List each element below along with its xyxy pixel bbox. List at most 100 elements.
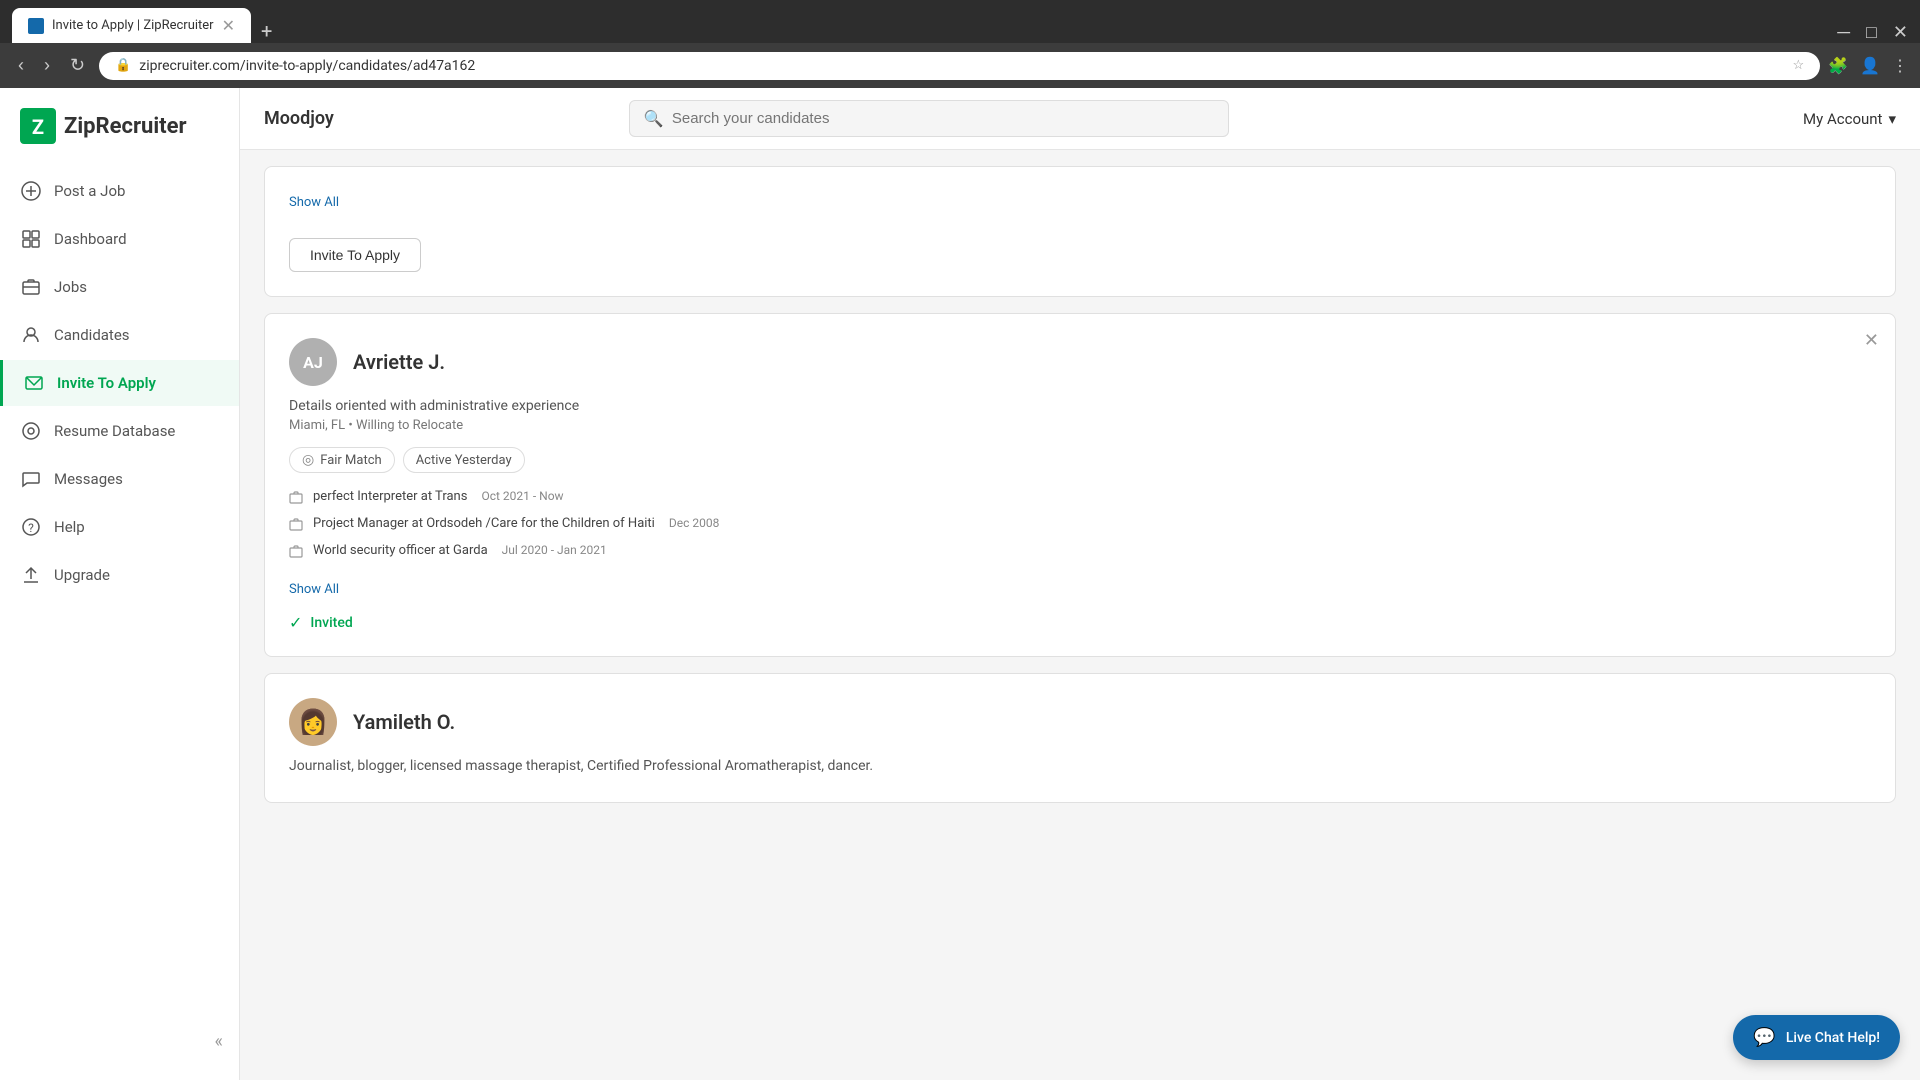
app-container: Z ZipRecruiter Post a Job Dashboard [0,88,1920,1080]
chevron-down-icon: ▾ [1888,110,1896,128]
sidebar-item-upgrade[interactable]: Upgrade [0,552,239,598]
candidate-card-avriette: ✕ AJ Avriette J. Details oriented with a… [264,313,1896,657]
show-all-previous[interactable]: Show All [289,195,339,210]
tab-close-button[interactable]: ✕ [222,16,235,35]
work-date-3: Jul 2020 - Jan 2021 [502,543,607,557]
tab-bar: Invite to Apply | ZipRecruiter ✕ + ─ □ ✕ [12,8,1908,43]
sidebar-logo: Z ZipRecruiter [0,108,239,168]
sidebar-label-post-job: Post a Job [54,182,125,200]
briefcase-icon-3 [289,544,303,562]
avriette-invited-status: ✓ Invited [289,613,1871,632]
avriette-work-history: perfect Interpreter at Trans Oct 2021 - … [289,489,1871,562]
yamileth-tagline: Journalist, blogger, licensed massage th… [289,758,1871,774]
avriette-badges: ◎ Fair Match Active Yesterday [289,447,1871,473]
post-job-icon [20,180,42,202]
invite-to-apply-button-previous[interactable]: Invite To Apply [289,238,421,272]
browser-actions: 🧩 👤 ⋮ [1828,56,1908,75]
extensions-icon[interactable]: 🧩 [1828,56,1848,75]
maximize-button[interactable]: □ [1866,22,1877,43]
sidebar-item-resume-database[interactable]: Resume Database [0,408,239,454]
sidebar-item-messages[interactable]: Messages [0,456,239,502]
my-account-button[interactable]: My Account ▾ [1803,110,1896,128]
work-role-2: Project Manager at Ordsodeh /Care for th… [313,516,655,531]
menu-icon[interactable]: ⋮ [1892,56,1908,75]
yamileth-avatar: 👩 [289,698,337,746]
upgrade-icon [20,564,42,586]
candidate-card-yamileth: 👩 Yamileth O. Journalist, blogger, licen… [264,673,1896,803]
ziprecruiter-logo-icon: Z [20,108,56,144]
sidebar-label-resume-database: Resume Database [54,422,175,440]
sidebar-label-candidates: Candidates [54,326,130,344]
logo-text: ZipRecruiter [64,114,187,139]
sidebar-item-invite-to-apply[interactable]: Invite To Apply [0,360,239,406]
avriette-initials: AJ [303,353,323,372]
tab-favicon [28,18,44,34]
live-chat-label: Live Chat Help! [1786,1030,1880,1046]
dashboard-icon [20,228,42,250]
yamileth-photo-placeholder: 👩 [298,708,328,736]
yamileth-name: Yamileth O. [353,710,455,734]
top-bar: Moodjoy 🔍 My Account ▾ [240,88,1920,150]
url-display: ziprecruiter.com/invite-to-apply/candida… [139,58,1784,74]
sidebar-item-post-job[interactable]: Post a Job [0,168,239,214]
minimize-button[interactable]: ─ [1837,22,1850,43]
resume-database-icon [20,420,42,442]
lock-icon: 🔒 [115,58,131,73]
new-tab-button[interactable]: + [253,19,280,43]
avriette-tagline: Details oriented with administrative exp… [289,398,1871,414]
sidebar: Z ZipRecruiter Post a Job Dashboard [0,88,240,1080]
checkmark-icon: ✓ [289,613,302,632]
sidebar-label-help: Help [54,518,85,536]
fair-match-label: Fair Match [320,453,381,468]
refresh-button[interactable]: ↻ [64,51,91,80]
live-chat-button[interactable]: 💬 Live Chat Help! [1733,1015,1900,1060]
my-account-label: My Account [1803,110,1882,128]
sidebar-item-help[interactable]: ? Help [0,504,239,550]
window-controls: ─ □ ✕ [1837,22,1908,43]
match-icon: ◎ [302,452,314,468]
bookmark-icon[interactable]: ☆ [1793,58,1805,73]
yamileth-card-header: 👩 Yamileth O. [289,698,1871,746]
sidebar-collapse-button[interactable]: « [0,1023,239,1060]
sidebar-item-dashboard[interactable]: Dashboard [0,216,239,262]
sidebar-navigation: Post a Job Dashboard Jobs Candidates [0,168,239,598]
close-card-avriette-button[interactable]: ✕ [1864,330,1879,351]
back-button[interactable]: ‹ [12,51,30,80]
forward-button[interactable]: › [38,51,56,80]
briefcase-icon-1 [289,490,303,508]
browser-chrome: Invite to Apply | ZipRecruiter ✕ + ─ □ ✕ [0,0,1920,43]
address-bar[interactable]: 🔒 ziprecruiter.com/invite-to-apply/candi… [99,52,1820,80]
briefcase-icon-2 [289,517,303,535]
sidebar-label-upgrade: Upgrade [54,566,110,584]
messages-icon [20,468,42,490]
help-icon: ? [20,516,42,538]
sidebar-item-candidates[interactable]: Candidates [0,312,239,358]
work-item-2: Project Manager at Ordsodeh /Care for th… [289,516,1871,535]
candidates-icon [20,324,42,346]
invited-label: Invited [310,615,352,631]
profile-icon[interactable]: 👤 [1860,56,1880,75]
close-button[interactable]: ✕ [1893,22,1908,43]
search-input[interactable] [672,110,1214,127]
fair-match-badge: ◎ Fair Match [289,447,395,473]
active-tab[interactable]: Invite to Apply | ZipRecruiter ✕ [12,8,251,43]
active-yesterday-label: Active Yesterday [416,453,512,468]
avriette-card-header: AJ Avriette J. [289,338,1871,386]
active-yesterday-badge: Active Yesterday [403,447,525,473]
candidate-card-previous: Show All Invite To Apply [264,166,1896,297]
jobs-icon [20,276,42,298]
candidates-list: Show All Invite To Apply ✕ AJ Avriette J… [240,150,1920,1080]
work-date-1: Oct 2021 - Now [481,489,563,503]
svg-text:?: ? [28,521,34,535]
work-date-2: Dec 2008 [669,516,719,530]
sidebar-label-jobs: Jobs [54,278,87,296]
search-bar[interactable]: 🔍 [629,100,1229,137]
show-all-avriette[interactable]: Show All [289,582,339,597]
work-role-1: perfect Interpreter at Trans [313,489,467,504]
tab-title: Invite to Apply | ZipRecruiter [52,18,214,33]
invite-icon [23,372,45,394]
work-item-1: perfect Interpreter at Trans Oct 2021 - … [289,489,1871,508]
main-content: Moodjoy 🔍 My Account ▾ Show All Invite T… [240,88,1920,1080]
sidebar-item-jobs[interactable]: Jobs [0,264,239,310]
sidebar-label-invite-to-apply: Invite To Apply [57,374,156,392]
